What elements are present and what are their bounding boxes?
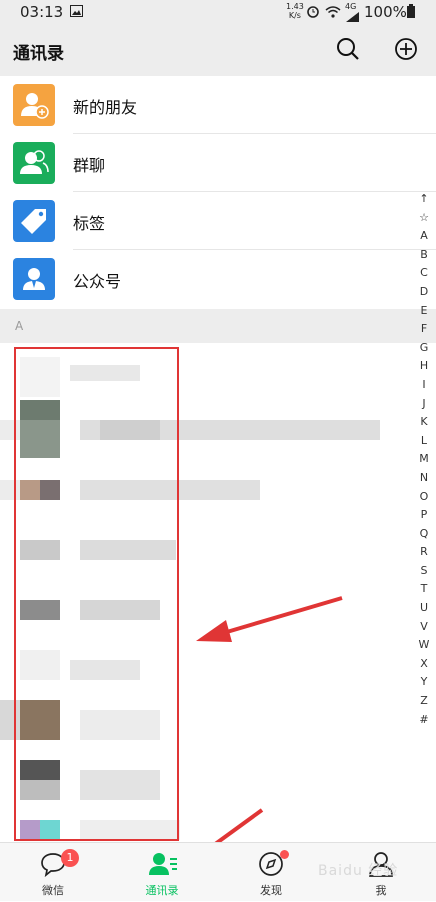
tab-label: 通讯录 [145,884,179,897]
arrow-head [196,620,232,642]
watermark: Baidu 经验 [318,863,399,879]
tab-label: 发现 [260,884,282,897]
unread-badge: 1 [61,849,79,867]
arrow-line [219,596,343,636]
tab-contacts[interactable]: 通讯录 [127,843,197,902]
tab-label: 微信 [42,884,64,897]
tab-label: 我 [375,884,387,897]
contacts-icon [149,853,177,875]
annotation-arrows [180,596,343,870]
tab-discover[interactable]: 发现 [236,843,306,902]
tab-chats[interactable]: 1 微信 [18,843,88,902]
new-dot [280,850,289,859]
